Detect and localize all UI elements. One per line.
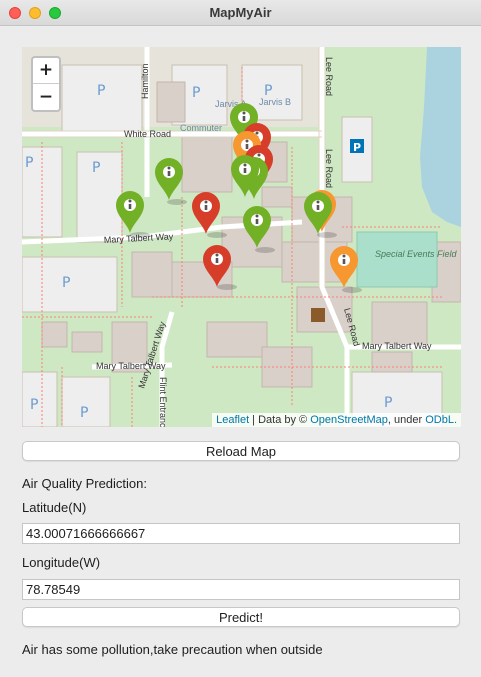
- longitude-label: Longitude(W): [22, 555, 101, 570]
- map-label-mary-talbert-way-2: Mary Talbert Way: [362, 341, 432, 351]
- odbl-link[interactable]: ODbL.: [425, 414, 457, 426]
- map-label-lee-road-top: Lee Road: [324, 57, 334, 96]
- map-label-white-road: White Road: [124, 129, 171, 139]
- zoom-control: + −: [31, 56, 61, 112]
- svg-text:P: P: [353, 141, 361, 154]
- leaflet-link[interactable]: Leaflet: [216, 414, 249, 426]
- map-attribution: Leaflet | Data by © OpenStreetMap, under…: [212, 413, 461, 427]
- window-title: MapMyAir: [209, 5, 272, 20]
- svg-text:P: P: [384, 395, 392, 411]
- attribution-text-2: , under: [387, 414, 426, 426]
- map-label-flint-entrance: Flint Entrance: [158, 377, 168, 427]
- svg-text:P: P: [62, 275, 70, 291]
- attribution-text-1: | Data by ©: [249, 414, 311, 426]
- reload-map-button[interactable]: Reload Map: [22, 441, 460, 461]
- map-label-commuter: Commuter: [180, 123, 222, 133]
- svg-text:P: P: [25, 155, 33, 171]
- openstreetmap-link[interactable]: OpenStreetMap: [310, 414, 388, 426]
- zoom-out-button[interactable]: −: [33, 84, 59, 110]
- svg-text:P: P: [192, 85, 200, 101]
- map-label-mary-talbert-way-3: Mary Talbert Way: [96, 361, 166, 371]
- title-bar: MapMyAir: [0, 0, 481, 26]
- svg-text:P: P: [92, 160, 100, 176]
- map-label-special-events-field: Special Events Field: [375, 249, 458, 259]
- map-tiles: PPP PP PP P P P Hamilton Lee Road Lee Roa…: [22, 47, 461, 427]
- latitude-input[interactable]: 43.00071666666667: [22, 523, 460, 544]
- zoom-in-button[interactable]: +: [33, 58, 59, 84]
- predict-button[interactable]: Predict!: [22, 607, 460, 627]
- svg-text:P: P: [97, 83, 105, 99]
- prediction-heading: Air Quality Prediction:: [22, 476, 147, 491]
- latitude-label: Latitude(N): [22, 500, 87, 515]
- map-label-hamilton: Hamilton: [140, 63, 150, 99]
- svg-text:P: P: [30, 397, 38, 413]
- prediction-result: Air has some pollution,take precaution w…: [22, 642, 323, 657]
- map-label-lee-road-mid: Lee Road: [324, 149, 334, 188]
- map-view[interactable]: PPP PP PPP P P Hamilton Lee Road Lee Roa…: [22, 47, 461, 427]
- longitude-input[interactable]: 78.78549: [22, 579, 460, 600]
- map-label-jarvis-b: Jarvis B: [259, 97, 291, 107]
- svg-text:P: P: [80, 405, 88, 421]
